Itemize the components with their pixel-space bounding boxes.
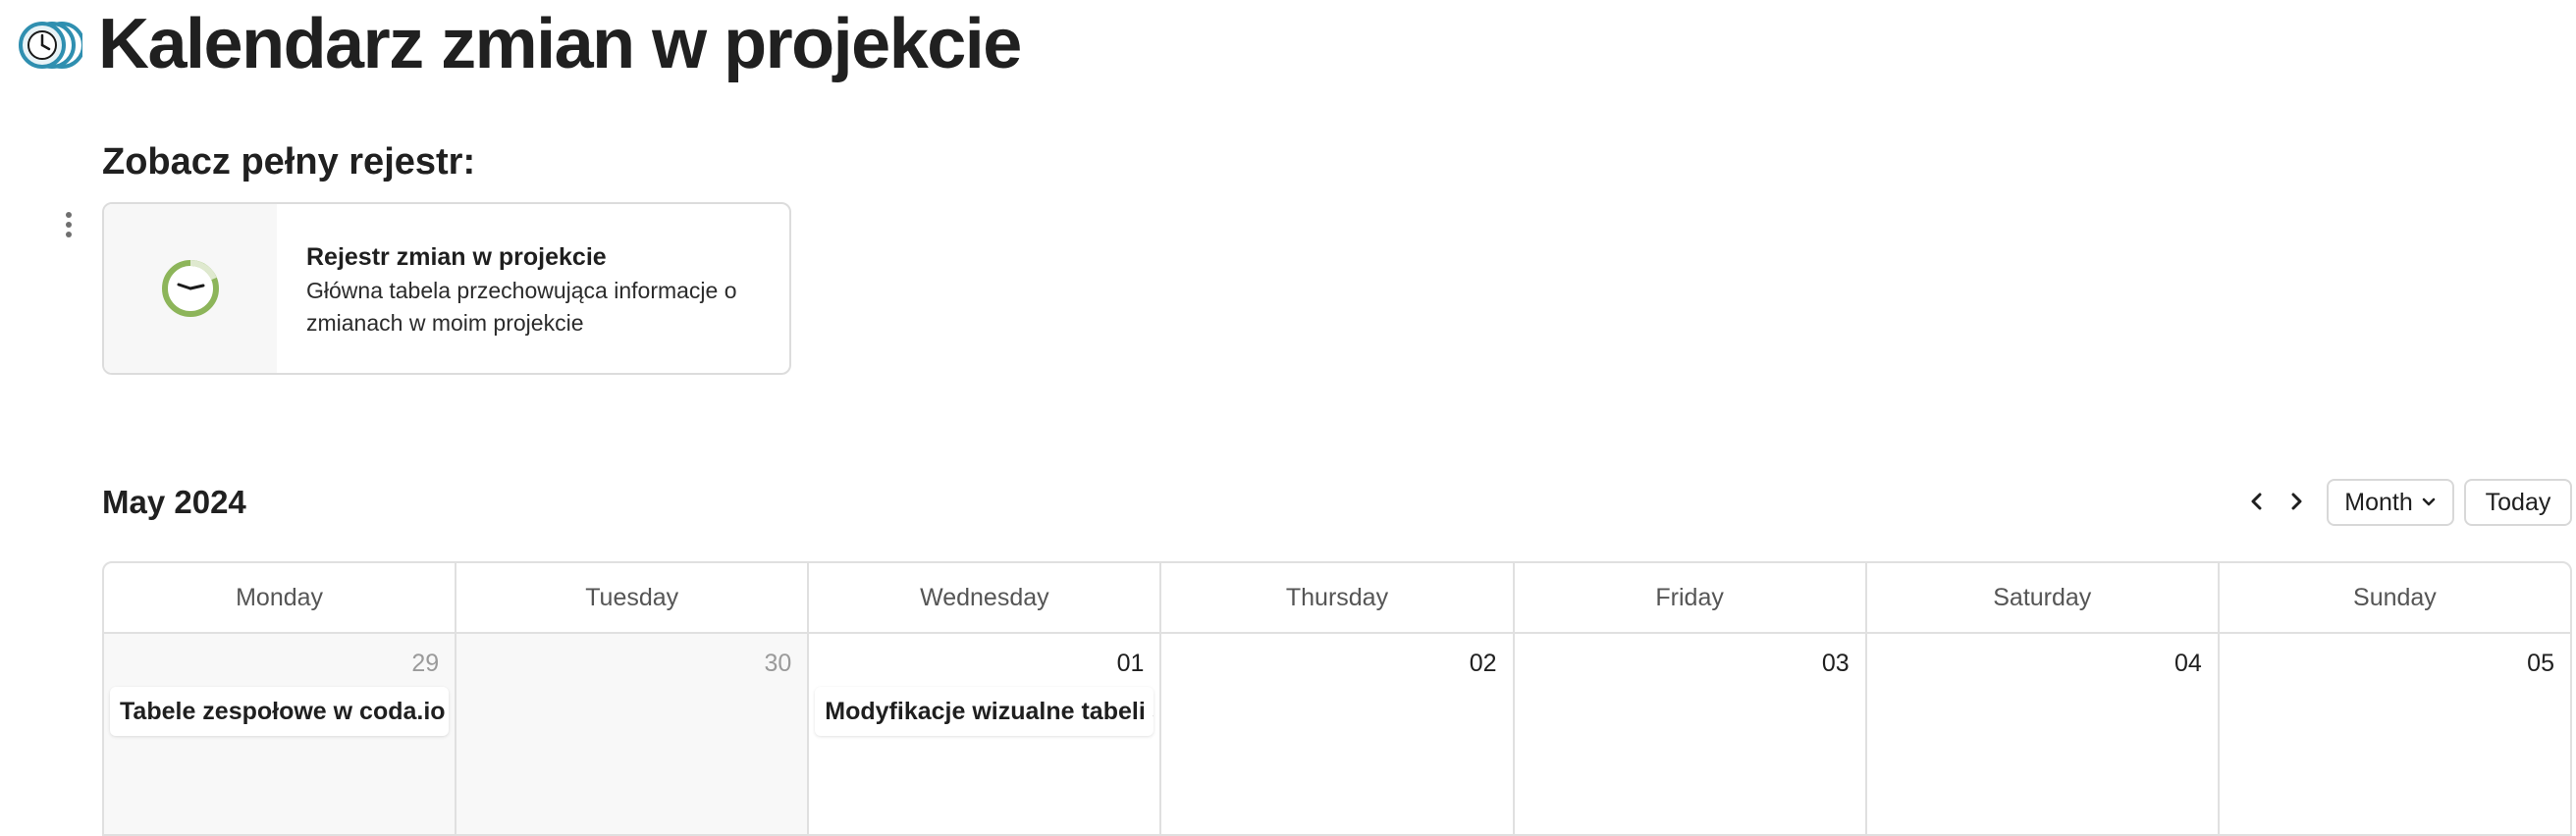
view-mode-dropdown[interactable]: Month — [2327, 479, 2454, 526]
calendar-day-cell[interactable]: 05 — [2220, 634, 2570, 834]
weekday-label: Thursday — [1161, 563, 1515, 632]
card-description-line: Główna tabela przechowująca informacje o — [306, 278, 737, 303]
chevron-left-icon — [2251, 493, 2262, 510]
calendar-day-cell[interactable]: 29 Tabele zespołowe w coda.io — [104, 634, 457, 834]
card-description: Główna tabela przechowująca informacje o… — [306, 275, 737, 340]
stacked-clocks-icon — [19, 22, 82, 69]
day-number: 29 — [411, 650, 440, 677]
day-number: 03 — [1821, 650, 1850, 677]
table-link-card[interactable]: Rejestr zmian w projekcie Główna tabela … — [102, 202, 791, 375]
weekday-label: Sunday — [2353, 583, 2437, 611]
weekday-label: Friday — [1515, 563, 1867, 632]
next-month-button[interactable] — [2280, 485, 2313, 518]
calendar-day-cell[interactable]: 04 — [1867, 634, 2220, 834]
calendar-day-cell[interactable]: 02 — [1161, 634, 1515, 834]
calendar-day-cell[interactable]: 03 — [1515, 634, 1867, 834]
day-number: 05 — [2527, 650, 2554, 677]
section-heading: Zobacz pełny rejestr: — [102, 141, 476, 183]
weekday-label: Saturday — [1867, 563, 2220, 632]
calendar-event[interactable]: Modyfikacje wizualne tabeli s — [815, 687, 1154, 736]
card-description-line: zmianach w moim projekcie — [306, 310, 584, 336]
today-button[interactable]: Today — [2464, 479, 2572, 526]
weekday-header: Monday Tuesday Wednesday Thursday Friday… — [104, 563, 2570, 634]
weekday-label: Tuesday — [456, 563, 810, 632]
card-thumbnail — [104, 204, 277, 373]
calendar-week-row: 29 Tabele zespołowe w coda.io 30 01 Mody… — [104, 634, 2570, 834]
clock-icon — [162, 260, 219, 317]
day-number: 04 — [2174, 650, 2202, 677]
calendar-day-cell[interactable]: 30 — [456, 634, 810, 834]
weekday-label: Monday — [104, 563, 457, 632]
chevron-down-icon — [2422, 497, 2435, 506]
page-title: Kalendarz zmian w projekcie — [98, 5, 1022, 83]
calendar-month-label: May 2024 — [102, 484, 246, 520]
drag-handle-icon[interactable] — [61, 212, 77, 241]
day-number: 30 — [764, 650, 792, 677]
chevron-right-icon — [2291, 493, 2302, 510]
view-mode-label: Month — [2344, 488, 2413, 516]
day-number: 01 — [1116, 650, 1145, 677]
calendar-day-cell[interactable]: 01 Modyfikacje wizualne tabeli s — [809, 634, 1162, 834]
weekday-label: Wednesday — [809, 563, 1162, 632]
card-title: Rejestr zmian w projekcie — [306, 243, 607, 271]
month-calendar: Monday Tuesday Wednesday Thursday Friday… — [102, 561, 2572, 836]
calendar-event[interactable]: Tabele zespołowe w coda.io — [110, 687, 450, 736]
previous-month-button[interactable] — [2240, 485, 2274, 518]
day-number: 02 — [1469, 650, 1497, 677]
